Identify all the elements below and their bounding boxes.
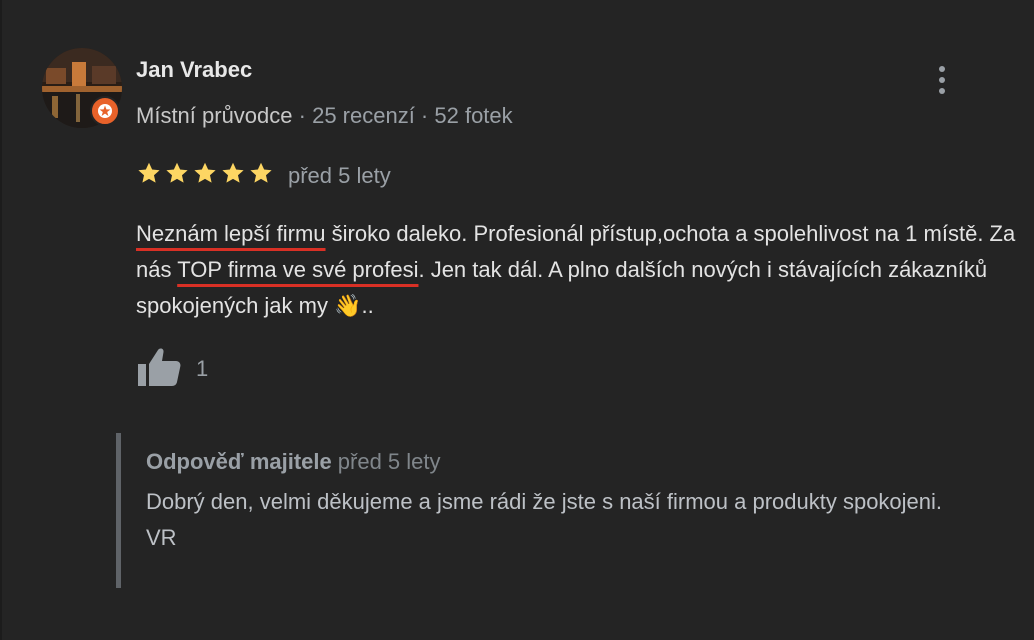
review-text-highlight: Neznám lepší firmu xyxy=(136,221,326,246)
thumb-up-icon[interactable] xyxy=(136,344,184,388)
review-text: Neznám lepší firmu široko daleko. Profes… xyxy=(136,216,1016,324)
owner-reply-bar xyxy=(116,433,121,588)
star-icon xyxy=(222,162,244,183)
owner-reply-time: před 5 lety xyxy=(337,449,441,474)
star-icon xyxy=(138,162,160,183)
meta-separator: · xyxy=(414,103,435,128)
review-text-highlight: TOP firma ve své profesi xyxy=(177,257,419,282)
star-icon xyxy=(250,162,272,183)
local-guide-label: Místní průvodce xyxy=(136,103,293,128)
reviewer-meta: Místní průvodce · 25 recenzí · 52 fotek xyxy=(136,102,513,130)
owner-reply-text: Dobrý den, velmi děkujeme a jsme rádi že… xyxy=(146,489,943,550)
like-count: 1 xyxy=(196,356,209,381)
more-dot xyxy=(939,66,945,72)
review-time: před 5 lety xyxy=(288,163,391,188)
panel-edge xyxy=(0,0,2,640)
more-dot xyxy=(939,88,945,94)
owner-reply-header: Odpověď majitele před 5 lety xyxy=(146,448,441,476)
review-count: 25 recenzí xyxy=(312,103,415,128)
star-icon xyxy=(166,162,188,183)
star-icon xyxy=(194,162,216,183)
more-vert-icon[interactable] xyxy=(928,62,956,98)
photo-count: 52 fotek xyxy=(434,103,513,128)
meta-separator: · xyxy=(292,103,313,128)
local-guide-badge-icon xyxy=(90,96,120,126)
more-dot xyxy=(939,77,945,83)
review-card: Jan Vrabec Místní průvodce · 25 recenzí … xyxy=(0,0,1034,640)
star-rating xyxy=(136,160,274,186)
owner-reply-title: Odpověď majitele xyxy=(146,449,332,474)
reviewer-name[interactable]: Jan Vrabec xyxy=(136,57,252,83)
